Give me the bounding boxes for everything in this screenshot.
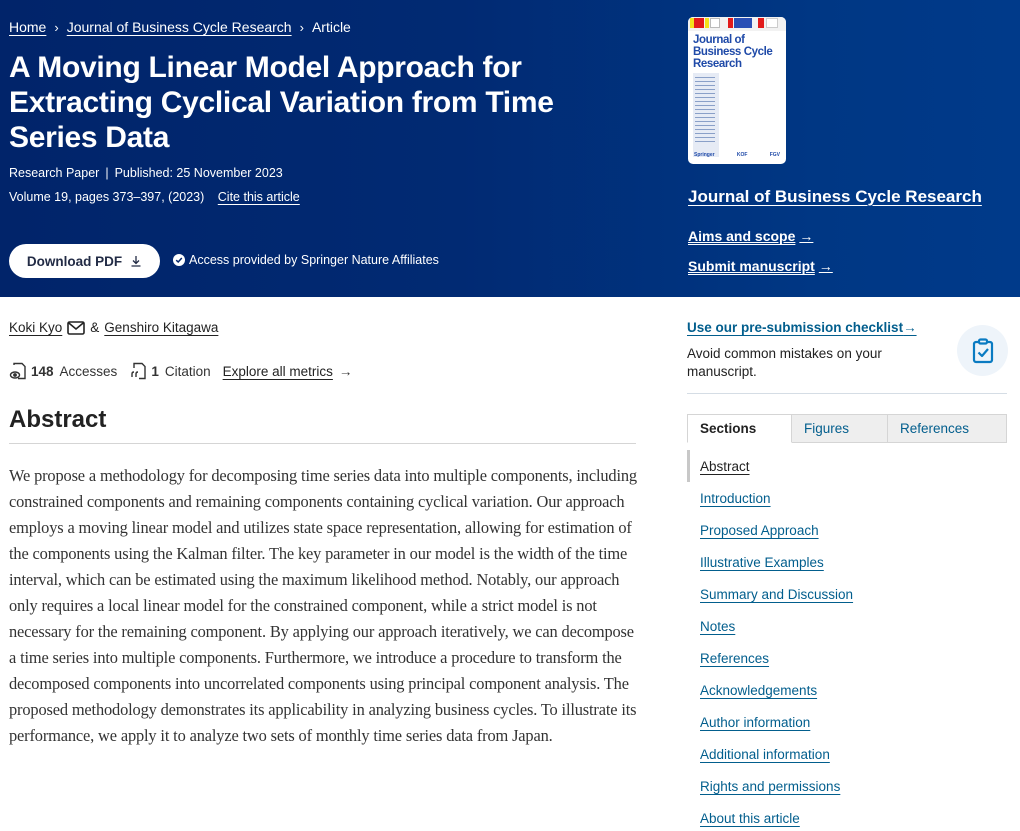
toc-item: Illustrative Examples	[687, 546, 1007, 578]
explore-metrics-link[interactable]: Explore all metrics	[223, 364, 333, 379]
toc-item: References	[687, 642, 1007, 674]
toc-item: Notes	[687, 610, 1007, 642]
sections-nav: Abstract Introduction Proposed Approach …	[687, 450, 1007, 831]
cover-title-line: Research	[693, 58, 742, 70]
accesses-metric: 148 Accesses	[9, 362, 117, 380]
toc-item: Author information	[687, 706, 1007, 738]
toc-link-rights-permissions[interactable]: Rights and permissions	[700, 779, 840, 794]
toc-item: Introduction	[687, 482, 1007, 514]
submit-manuscript-label: Submit manuscript	[688, 258, 815, 274]
abstract-text: We propose a methodology for decomposing…	[9, 466, 637, 745]
download-pdf-label: Download PDF	[26, 253, 123, 269]
article-title: A Moving Linear Model Approach for Extra…	[9, 51, 554, 154]
arrow-right-icon: →	[799, 228, 814, 244]
aims-and-scope-label: Aims and scope	[688, 228, 796, 244]
tab-references[interactable]: References	[888, 414, 1007, 443]
author-joiner: &	[90, 320, 100, 335]
journal-cover-image[interactable]: Journal of Business Cycle Research Sprin…	[688, 17, 786, 164]
published-date: Published: 25 November 2023	[114, 166, 283, 180]
breadcrumb-separator: ›	[54, 19, 59, 35]
toc-link-notes[interactable]: Notes	[700, 619, 735, 634]
citations-label: Citation	[164, 363, 211, 379]
toc-link-additional-information[interactable]: Additional information	[700, 747, 830, 762]
arrow-right-icon: →	[338, 363, 353, 379]
abstract-heading: Abstract	[9, 406, 107, 433]
toc-link-proposed-approach[interactable]: Proposed Approach	[700, 523, 819, 538]
tab-figures[interactable]: Figures	[792, 414, 888, 443]
breadcrumb-journal[interactable]: Journal of Business Cycle Research	[67, 19, 292, 35]
aims-and-scope-link[interactable]: Aims and scope →	[688, 228, 813, 244]
cover-text-lines	[695, 77, 715, 145]
journal-title-link[interactable]: Journal of Business Cycle Research	[688, 187, 982, 207]
publisher-logo: FGV	[769, 152, 780, 158]
checklist-label: Use our pre-submission checklist	[687, 320, 904, 335]
citations-metric: 1 Citation	[129, 362, 211, 380]
breadcrumb-home[interactable]: Home	[9, 19, 46, 35]
submit-manuscript-link[interactable]: Submit manuscript →	[688, 258, 833, 274]
quote-document-icon	[131, 362, 147, 380]
toc-link-author-information[interactable]: Author information	[700, 715, 810, 730]
check-circle-icon	[173, 254, 185, 266]
article-header: Home › Journal of Business Cycle Researc…	[0, 0, 1020, 297]
toc-link-about-article[interactable]: About this article	[700, 811, 800, 826]
download-icon	[131, 256, 141, 267]
arrow-right-icon: →	[818, 258, 833, 274]
toc-item: Proposed Approach	[687, 514, 1007, 546]
arrow-right-icon: →	[903, 320, 917, 335]
toc-item: Acknowledgements	[687, 674, 1007, 706]
breadcrumb-separator: ›	[299, 19, 304, 35]
breadcrumb-current: Article	[311, 19, 351, 35]
toc-item: Rights and permissions	[687, 770, 1007, 802]
cover-publishers: Springer KOF FGV	[694, 152, 780, 158]
current-section-indicator	[687, 450, 690, 482]
citations-count: 1	[151, 363, 159, 379]
cite-article-link[interactable]: Cite this article	[218, 190, 300, 204]
email-icon[interactable]	[67, 320, 86, 335]
eye-document-icon	[9, 362, 26, 380]
article-metrics: 148 Accesses 1 Citation Explore all metr…	[9, 362, 352, 380]
accesses-label: Accesses	[59, 363, 118, 379]
toc-item: Additional information	[687, 738, 1007, 770]
breadcrumb: Home › Journal of Business Cycle Researc…	[9, 19, 351, 35]
meta-divider: |	[105, 166, 109, 180]
access-info: Access provided by Springer Nature Affil…	[173, 253, 439, 267]
accesses-count: 148	[31, 363, 54, 379]
toc-link-illustrative-examples[interactable]: Illustrative Examples	[700, 555, 824, 570]
clipboard-check-icon	[957, 325, 1008, 376]
article-meta: Research Paper | Published: 25 November 20…	[9, 166, 283, 180]
toc-link-introduction[interactable]: Introduction	[700, 491, 771, 506]
toc-link-references[interactable]: References	[700, 651, 769, 666]
sidebar-divider	[687, 393, 1007, 394]
cover-mosaic	[688, 17, 786, 31]
volume-info: Volume 19, pages 373–397, (2023)	[9, 190, 205, 204]
article-type: Research Paper	[9, 166, 100, 180]
author-link[interactable]: Genshiro Kitagawa	[104, 320, 218, 335]
toc-item: About this article	[687, 802, 1007, 831]
presubmission-checklist-link[interactable]: Use our pre-submission checklist→	[687, 320, 917, 335]
tab-sections[interactable]: Sections	[687, 414, 792, 443]
toc-link-abstract[interactable]: Abstract	[700, 459, 750, 474]
cover-title-line: Business Cycle	[693, 46, 773, 58]
abstract-divider	[9, 443, 636, 444]
author-list: Koki Kyo & Genshiro Kitagawa	[9, 320, 218, 335]
toc-link-acknowledgements[interactable]: Acknowledgements	[700, 683, 817, 698]
toc-link-summary-discussion[interactable]: Summary and Discussion	[700, 587, 853, 602]
toc-item: Abstract	[687, 450, 1007, 482]
publisher-logo: Springer	[694, 152, 715, 158]
cover-title: Journal of Business Cycle Research	[693, 34, 773, 70]
article-volume-line: Volume 19, pages 373–397, (2023) Cite th…	[9, 190, 300, 204]
sidebar-tabs: Sections Figures References	[687, 414, 1007, 443]
checklist-description: Avoid common mistakes on your manuscript…	[687, 346, 882, 379]
download-pdf-button[interactable]: Download PDF	[9, 244, 160, 278]
toc-item: Summary and Discussion	[687, 578, 1007, 610]
author-link[interactable]: Koki Kyo	[9, 320, 62, 335]
cover-title-line: Journal of	[693, 34, 745, 46]
access-text: Access provided by Springer Nature Affil…	[189, 253, 439, 267]
publisher-logo: KOF	[736, 152, 748, 158]
